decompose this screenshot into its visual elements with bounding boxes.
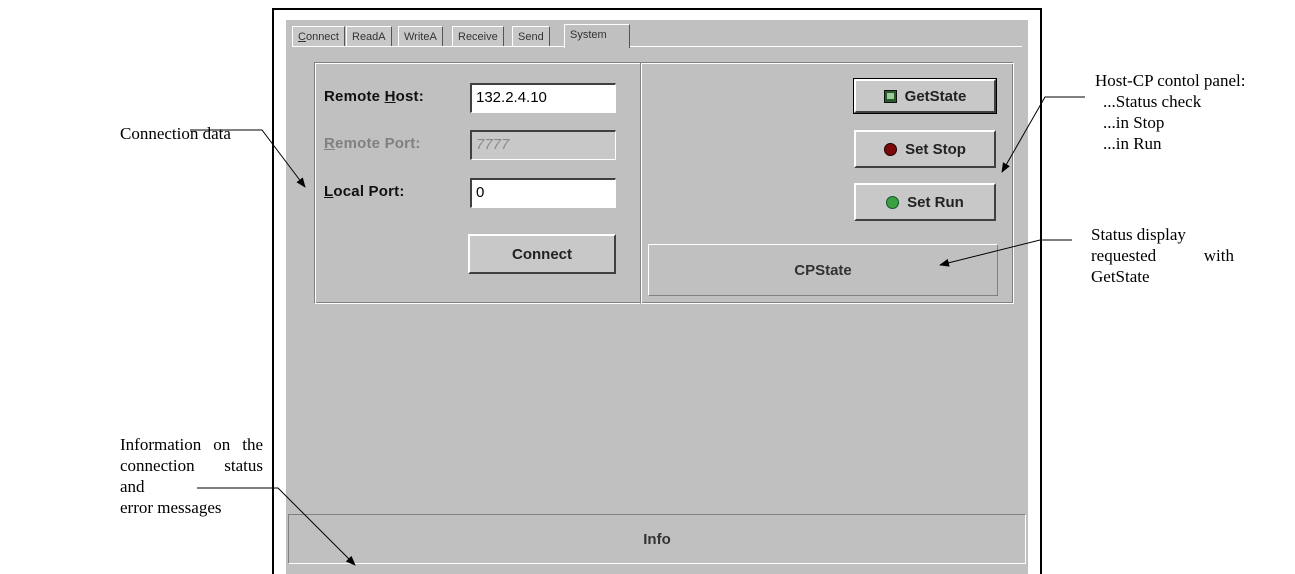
set-stop-button-label: Set Stop [905,140,966,158]
tab-system[interactable]: System [564,24,630,48]
annotation-info: Information on the connection status and… [120,434,263,518]
set-run-button[interactable]: Set Run [854,183,996,221]
application-window: Connect ReadA WriteA Receive Send System… [272,8,1042,574]
tab-send[interactable]: Send [512,26,550,46]
annotation-status-line-2: requested with [1091,246,1234,265]
annotation-status-line-3: GetState [1091,267,1150,286]
remote-host-label: Remote Host: [324,88,424,105]
monitor-icon [883,89,897,103]
local-port-field[interactable]: 0 [470,178,616,208]
annotation-status-display: Status display requested with GetState [1091,224,1234,287]
green-led-icon [886,195,900,209]
cp-state-display: CPState [648,244,998,296]
set-run-button-label: Set Run [907,193,964,211]
remote-host-label-post: ost: [395,88,424,105]
annotation-control-line-4: ...in Run [1103,134,1162,153]
connect-button[interactable]: Connect [468,234,616,274]
red-led-icon [884,142,898,156]
local-port-label-key: L [324,183,334,200]
connect-button-label: Connect [512,245,572,263]
get-state-button[interactable]: GetState [853,78,997,114]
annotation-connection-data: Connection data [120,124,231,143]
remote-port-label: Remote Port: [324,135,421,152]
annotation-control-panel: Host-CP contol panel: ...Status check ..… [1095,70,1245,154]
remote-host-field[interactable]: 132.2.4.10 [470,83,616,113]
remote-port-field: 7777 [470,130,616,160]
annotation-control-line-1: Host-CP contol panel: [1095,71,1246,90]
annotation-info-line-1: Information on the [120,435,263,454]
info-label: Info [643,530,671,548]
tab-reada[interactable]: ReadA [346,26,392,46]
remote-port-label-post: emote Port: [335,135,421,152]
annotation-control-line-3: ...in Stop [1103,113,1165,132]
window-client-area: Connect ReadA WriteA Receive Send System… [286,20,1028,574]
tab-divider [292,46,1022,47]
info-panel: Info [288,514,1026,564]
tab-connect[interactable]: Connect [292,26,345,46]
tab-receive[interactable]: Receive [452,26,504,46]
remote-host-label-pre: Remote [324,88,385,105]
cp-state-label: CPState [794,261,852,279]
remote-host-label-key: H [384,88,396,105]
local-port-label: Local Port: [324,183,405,200]
set-stop-button[interactable]: Set Stop [854,130,996,168]
remote-port-label-key: R [324,135,336,152]
annotation-info-line-3: error messages [120,498,222,517]
tab-writea[interactable]: WriteA [398,26,443,46]
local-port-label-post: ocal Port: [333,183,405,200]
annotation-control-line-2: ...Status check [1103,92,1202,111]
tab-connect-label: Connect [298,31,339,43]
annotation-info-line-2: connection status and [120,456,263,496]
get-state-button-label: GetState [904,87,967,105]
tab-bar: Connect ReadA WriteA Receive Send System [292,24,1022,48]
annotation-status-line-1: Status display [1091,225,1186,244]
